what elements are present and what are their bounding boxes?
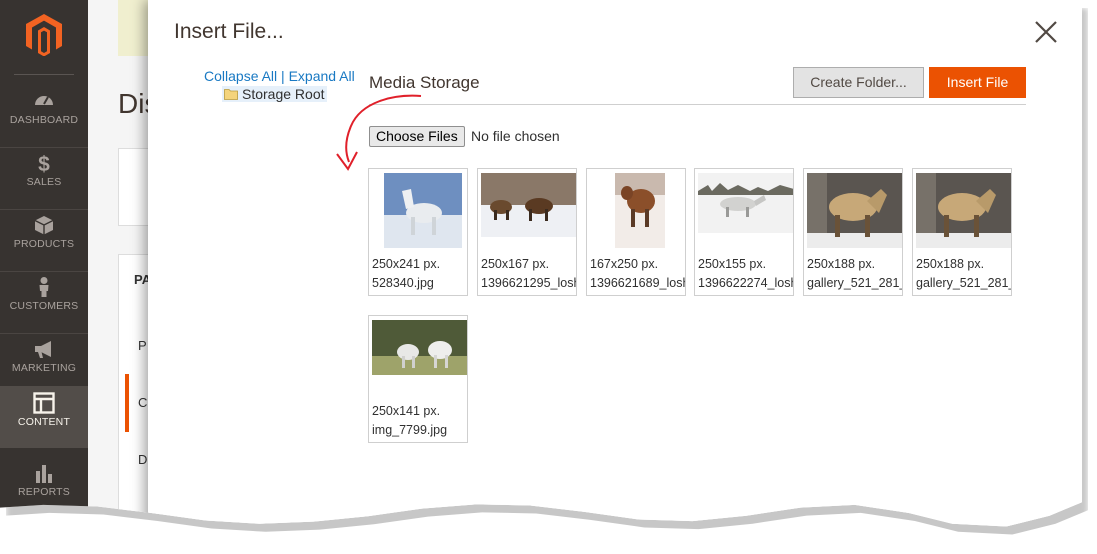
close-icon[interactable] <box>1032 18 1060 46</box>
nav-marketing[interactable]: MARKETING <box>0 332 88 394</box>
file-name: gallery_521_281_ <box>916 276 1012 290</box>
image-preview <box>698 173 793 233</box>
file-dimensions: 250x188 px. <box>916 257 985 271</box>
file-thumbnail[interactable]: 250x188 px. gallery_521_281_ <box>803 168 903 296</box>
nav-content[interactable]: CONTENT <box>0 386 88 448</box>
cube-icon <box>34 216 54 235</box>
image-preview <box>916 173 1011 248</box>
file-name: 1396621689_losh <box>590 276 686 290</box>
nav-label: PRODUCTS <box>13 238 75 250</box>
modal-title: Insert File... <box>174 20 284 43</box>
nav-label: CUSTOMERS <box>9 300 79 312</box>
logo-divider <box>14 74 74 75</box>
file-dimensions: 250x141 px. <box>372 404 441 418</box>
insert-file-modal: Insert File... Collapse All | Expand All… <box>148 0 1082 527</box>
nav-sales[interactable]: $ SALES <box>0 146 88 208</box>
file-status-text: No file chosen <box>471 128 560 144</box>
nav-customers[interactable]: CUSTOMERS <box>0 270 88 332</box>
nav-dashboard[interactable]: DASHBOARD <box>0 84 88 146</box>
tree-node-storage-root[interactable]: Storage Root <box>222 86 327 102</box>
admin-sidebar: DASHBOARD $ SALES PRODUCTS CUSTOMERS MAR… <box>0 0 88 527</box>
screenshot: DASHBOARD $ SALES PRODUCTS CUSTOMERS MAR… <box>0 0 1082 527</box>
nav-label: CONTENT <box>17 416 71 428</box>
layout-icon <box>33 392 55 414</box>
file-thumbnail[interactable]: 250x141 px. img_7799.jpg <box>368 315 468 443</box>
file-thumbnail[interactable]: 250x155 px. 1396622274_losh <box>694 168 794 296</box>
image-preview <box>615 173 665 248</box>
file-name: 528340.jpg <box>372 276 434 290</box>
megaphone-icon <box>35 341 51 358</box>
bar-chart-icon <box>36 465 52 483</box>
file-dimensions: 250x155 px. <box>698 257 767 271</box>
nav-label: REPORTS <box>18 486 70 498</box>
file-thumbnail[interactable]: 250x188 px. gallery_521_281_ <box>912 168 1012 296</box>
active-row-marker <box>125 374 129 432</box>
image-preview <box>384 173 462 248</box>
image-preview <box>481 173 576 237</box>
file-thumbnail[interactable]: 250x167 px. 1396621295_losh <box>477 168 577 296</box>
insert-file-button[interactable]: Insert File <box>929 67 1026 98</box>
nav-label: DASHBOARD <box>9 114 79 126</box>
file-dimensions: 167x250 px. <box>590 257 659 271</box>
file-thumbnail[interactable]: 250x241 px. 528340.jpg <box>368 168 468 296</box>
file-dimensions: 250x241 px. <box>372 257 441 271</box>
link-separator: | <box>281 68 285 84</box>
file-name: 1396622274_losh <box>698 276 794 290</box>
dollar-icon: $ <box>38 153 50 174</box>
file-name: gallery_521_281_ <box>807 276 903 290</box>
image-preview <box>807 173 902 248</box>
nav-label: MARKETING <box>11 362 77 374</box>
file-name: 1396621295_losh <box>481 276 577 290</box>
create-folder-button[interactable]: Create Folder... <box>793 67 924 98</box>
image-preview <box>372 320 467 375</box>
folder-icon <box>224 89 238 100</box>
file-thumbnail[interactable]: 167x250 px. 1396621689_losh <box>586 168 686 296</box>
tree-node-label: Storage Root <box>242 86 325 102</box>
collapse-all-link[interactable]: Collapse All <box>204 68 277 84</box>
speedometer-icon <box>35 96 53 105</box>
file-dimensions: 250x167 px. <box>481 257 550 271</box>
panel-row: P <box>138 338 147 353</box>
expand-all-link[interactable]: Expand All <box>289 68 355 84</box>
file-dimensions: 250x188 px. <box>807 257 876 271</box>
folder-tree-controls: Collapse All | Expand All <box>204 68 355 84</box>
panel-row: D <box>138 452 148 467</box>
panel-row: C <box>138 395 148 410</box>
magento-logo[interactable] <box>22 12 66 56</box>
file-name: img_7799.jpg <box>372 423 448 437</box>
person-icon <box>39 277 49 297</box>
nav-products[interactable]: PRODUCTS <box>0 208 88 270</box>
nav-label: SALES <box>26 176 62 188</box>
storage-divider <box>369 104 1026 105</box>
svg-text:$: $ <box>38 153 50 174</box>
